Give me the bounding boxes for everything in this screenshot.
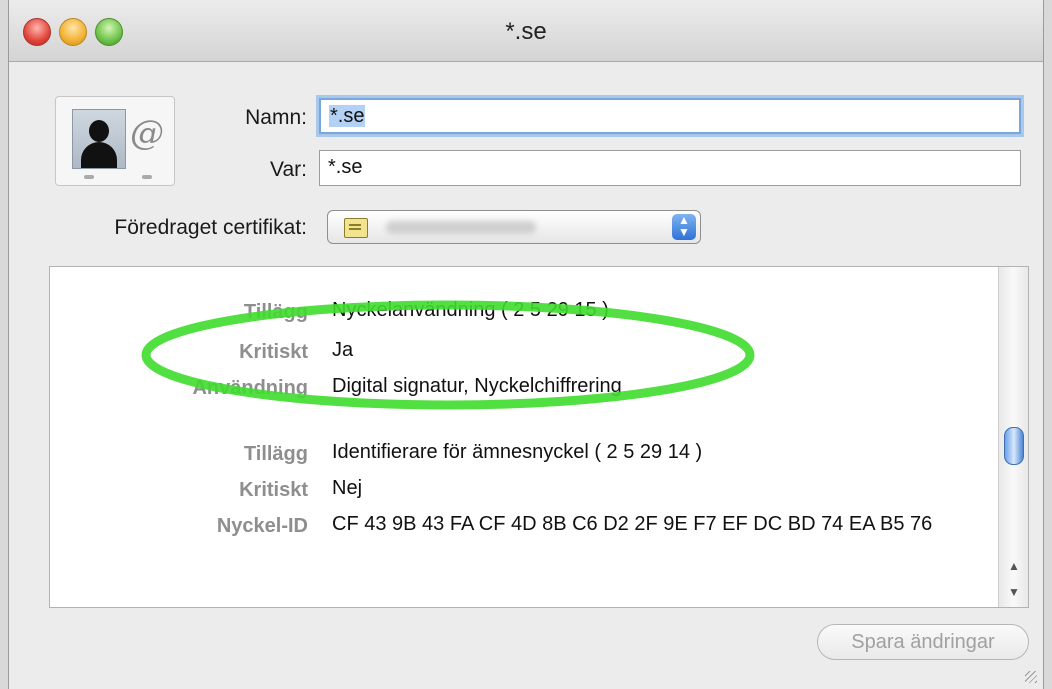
detail-value: Digital signatur, Nyckelchiffrering: [332, 375, 622, 397]
window-title: *.se: [505, 18, 547, 45]
where-label: Var:: [270, 158, 307, 181]
person-icon: [72, 109, 126, 169]
detail-value: Identifierare för ämnesnyckel ( 2 5 29 1…: [332, 441, 703, 463]
scroll-down-arrow-icon[interactable]: ▼: [999, 579, 1028, 605]
identity-icon: @: [55, 96, 175, 186]
detail-label: Kritiskt: [239, 341, 308, 363]
keychain-item-window: *.se @ Namn: *.se Var: *.se Föredraget c…: [8, 0, 1044, 689]
where-field-value: *.se: [328, 156, 363, 178]
detail-value: Nej: [332, 477, 363, 499]
where-field[interactable]: *.se: [319, 150, 1021, 186]
detail-label: Tillägg: [243, 301, 308, 323]
details-scrollbar[interactable]: ▲ ▼: [998, 267, 1028, 607]
certificate-details-panel[interactable]: Tillägg Nyckelanvändning ( 2 5 29 15 ) K…: [49, 266, 1029, 608]
save-changes-button[interactable]: Spara ändringar: [817, 624, 1029, 660]
name-label: Namn:: [245, 106, 307, 129]
detail-label: Nyckel-ID: [216, 515, 308, 537]
detail-label: Användning: [192, 377, 308, 399]
popup-arrows-icon: ▲ ▼: [672, 214, 696, 240]
detail-value: Nyckelanvändning ( 2 5 29 15 ): [332, 299, 609, 321]
name-field-value: *.se: [329, 105, 366, 127]
certificate-icon: [344, 218, 368, 238]
detail-value: Ja: [332, 339, 354, 361]
resize-grip-icon[interactable]: [1025, 671, 1037, 683]
preferred-certificate-popup[interactable]: ▲ ▼: [327, 210, 701, 244]
preferred-certificate-label: Föredraget certifikat:: [114, 216, 307, 239]
detail-value: CF 43 9B 43 FA CF 4D 8B C6 D2 2F 9E F7 E…: [332, 513, 933, 535]
detail-label: Kritiskt: [239, 479, 308, 501]
certificate-name-redacted: [386, 221, 536, 234]
detail-label: Tillägg: [243, 443, 308, 465]
at-sign-icon: @: [130, 113, 164, 153]
title-bar[interactable]: *.se: [9, 0, 1043, 62]
scroll-thumb[interactable]: [1004, 427, 1024, 465]
name-field[interactable]: *.se: [319, 98, 1021, 134]
scroll-up-arrow-icon[interactable]: ▲: [999, 553, 1028, 579]
